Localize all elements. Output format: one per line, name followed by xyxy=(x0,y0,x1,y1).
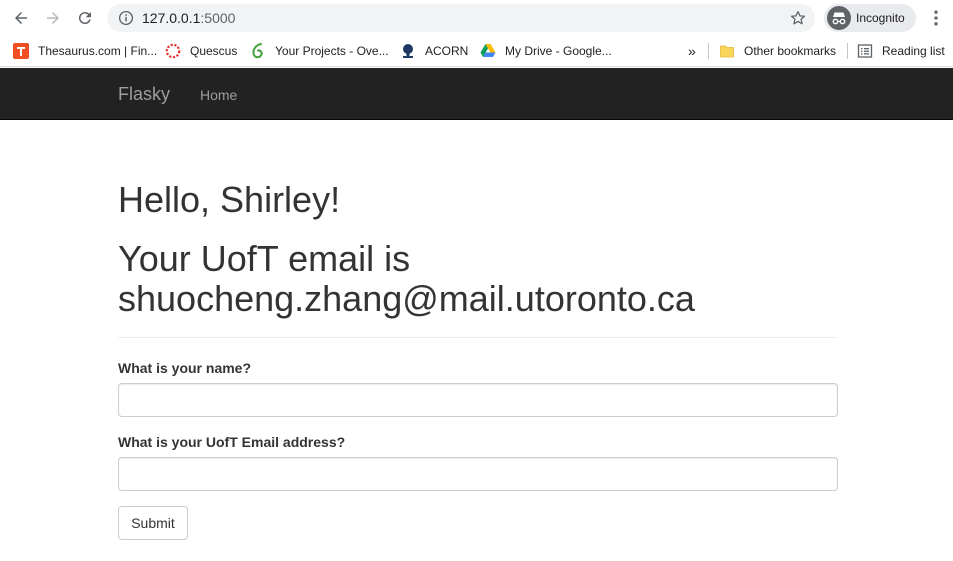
address-bar[interactable]: 127.0.0.1:5000 xyxy=(107,4,815,32)
reading-list-label: Reading list xyxy=(882,44,945,58)
email-heading: Your UofT email is shuocheng.zhang@mail.… xyxy=(118,238,695,319)
navbar-brand[interactable]: Flasky xyxy=(118,84,170,104)
url-text[interactable]: 127.0.0.1:5000 xyxy=(142,10,235,26)
back-arrow-icon xyxy=(15,12,27,24)
overleaf-icon xyxy=(252,43,263,59)
incognito-profile-button[interactable]: Incognito xyxy=(824,4,916,32)
info-icon[interactable] xyxy=(117,9,135,27)
greeting-heading: Hello, Shirley! xyxy=(118,179,341,220)
email-input[interactable] xyxy=(118,457,838,491)
bookmarks-bar: Thesaurus.com | Fin... Quescus Your Proj… xyxy=(0,35,953,67)
incognito-icon xyxy=(827,6,851,30)
quercus-icon xyxy=(165,43,181,59)
reading-list-button[interactable]: Reading list xyxy=(857,41,945,61)
forward-button[interactable] xyxy=(41,6,65,30)
page-header-divider xyxy=(118,337,838,338)
browser-toolbar: 127.0.0.1:5000 Incognito xyxy=(0,0,953,35)
back-button[interactable] xyxy=(9,6,33,30)
bookmarks-overflow-button[interactable]: » xyxy=(688,41,696,61)
more-menu-icon[interactable] xyxy=(926,8,946,28)
bookmark-label: Thesaurus.com | Fin... xyxy=(38,44,158,58)
email-field-label: What is your UofT Email address? xyxy=(118,434,346,450)
bookmark-label: Quescus xyxy=(190,44,238,58)
bookmark-acorn[interactable]: ACORN xyxy=(400,41,468,61)
reload-button[interactable] xyxy=(73,6,97,30)
bookmarks-divider xyxy=(708,43,709,59)
nav-link-home[interactable]: Home xyxy=(200,87,237,103)
reading-list-icon xyxy=(857,44,873,58)
google-drive-icon xyxy=(480,44,496,57)
name-field-label: What is your name? xyxy=(118,360,252,376)
bookmark-google-drive[interactable]: My Drive - Google... xyxy=(480,41,612,61)
bookmark-label: ACORN xyxy=(425,44,469,58)
bookmark-label: Your Projects - Ove... xyxy=(275,44,389,58)
other-bookmarks-label: Other bookmarks xyxy=(744,44,837,58)
thesaurus-icon xyxy=(13,43,29,59)
bookmark-thesaurus[interactable]: Thesaurus.com | Fin... xyxy=(13,41,157,61)
bookmark-quercus[interactable]: Quescus xyxy=(165,41,237,61)
incognito-label: Incognito xyxy=(856,11,905,25)
name-input[interactable] xyxy=(118,383,838,417)
overflow-chevron-icon: » xyxy=(688,43,696,59)
acorn-icon xyxy=(403,44,413,58)
url-host: 127.0.0.1 xyxy=(142,10,201,26)
bookmark-star-icon[interactable] xyxy=(789,9,807,27)
folder-icon xyxy=(720,45,734,58)
bookmark-overleaf[interactable]: Your Projects - Ove... xyxy=(250,41,389,61)
bookmarks-divider xyxy=(847,43,848,59)
url-port: :5000 xyxy=(200,10,236,26)
other-bookmarks-folder[interactable]: Other bookmarks xyxy=(719,41,836,61)
submit-button[interactable]: Submit xyxy=(118,506,188,540)
bookmark-label: My Drive - Google... xyxy=(505,44,612,58)
reload-icon xyxy=(78,12,91,25)
forward-arrow-icon xyxy=(47,12,59,24)
site-navbar: Flasky Home xyxy=(0,68,953,120)
